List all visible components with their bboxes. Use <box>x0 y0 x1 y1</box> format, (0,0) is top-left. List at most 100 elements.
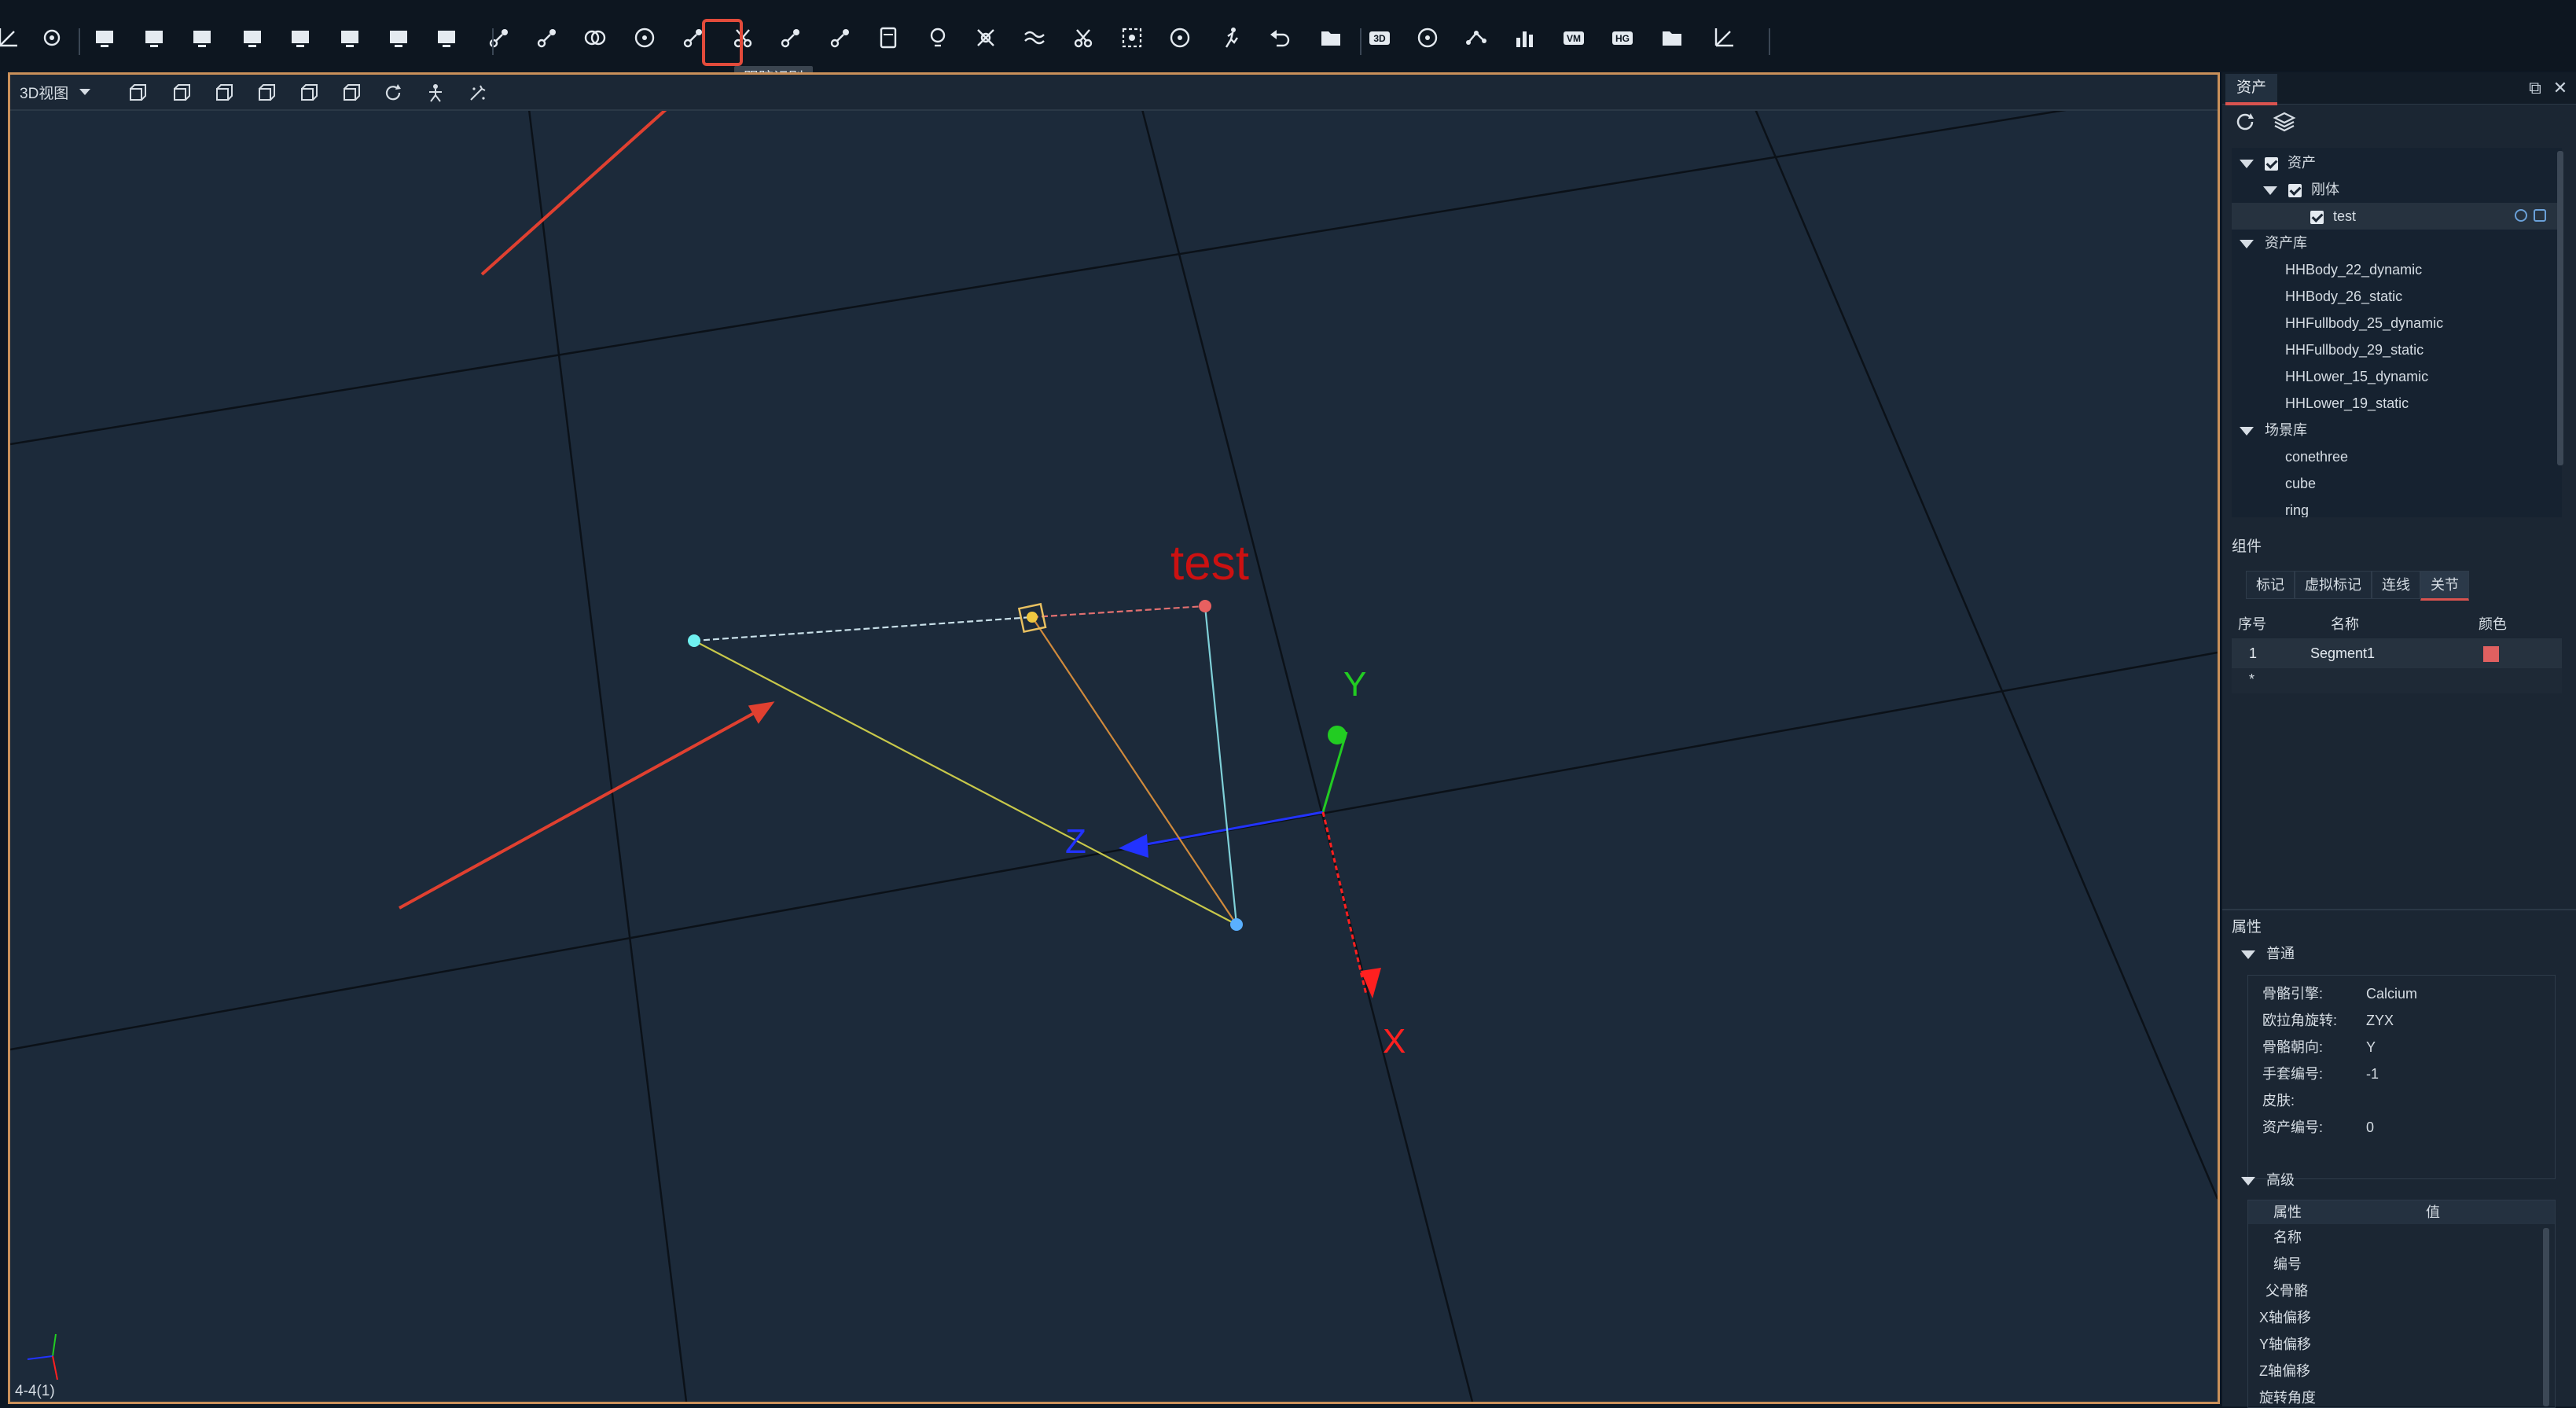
tab-assets[interactable]: 资产 <box>2225 74 2278 105</box>
property-row[interactable]: 旋转角度 <box>2248 1384 2555 1407</box>
connect-icon[interactable] <box>825 22 856 53</box>
list-item[interactable]: HHBody_26_static <box>2285 283 2402 310</box>
tab-virtual-markers[interactable]: 虚拟标记 <box>2295 571 2372 599</box>
property-row[interactable]: 父骨骼 <box>2248 1277 2555 1304</box>
refresh-view-icon[interactable] <box>381 81 405 105</box>
undo-icon[interactable] <box>1264 22 1295 53</box>
selection-icon[interactable] <box>1116 22 1148 53</box>
3d-viewport[interactable]: test Y Z X 3D视图 4-4(1) <box>8 72 2220 1404</box>
list-item[interactable]: HHFullbody_25_dynamic <box>2285 310 2443 336</box>
view-mode-select[interactable]: 3D视图 <box>20 81 91 103</box>
color-swatch[interactable] <box>2483 646 2499 662</box>
layout-left-split-icon[interactable] <box>334 22 366 53</box>
3d-badge-icon[interactable]: 3D <box>1364 22 1395 53</box>
list-item[interactable]: HHLower_15_dynamic <box>2285 363 2428 390</box>
cube-bottom-icon[interactable] <box>339 81 362 105</box>
magic-icon[interactable] <box>466 81 490 105</box>
tree-node-test[interactable]: test <box>2232 203 2562 230</box>
layout-two-row-icon[interactable] <box>138 22 170 53</box>
mini-axis-gizmo <box>27 1333 58 1380</box>
overlap-icon[interactable] <box>579 22 611 53</box>
tab-joints[interactable]: 关节 <box>2420 571 2469 601</box>
checkbox[interactable] <box>2288 183 2302 197</box>
cube-top-icon[interactable] <box>296 81 320 105</box>
cross-icon[interactable] <box>970 22 1001 53</box>
bar-chart-icon[interactable] <box>1509 22 1541 53</box>
link-bone-icon[interactable] <box>483 22 515 53</box>
export-icon[interactable] <box>1315 22 1347 53</box>
properties-scrollbar[interactable] <box>2543 1228 2549 1406</box>
list-item[interactable]: HHBody_22_dynamic <box>2285 256 2422 283</box>
x-axis-label: X <box>1383 1022 1406 1061</box>
run-icon[interactable] <box>1215 22 1247 53</box>
layers-icon[interactable] <box>2273 110 2296 138</box>
property-row[interactable]: X轴偏移 <box>2248 1304 2555 1331</box>
link-icon[interactable] <box>2515 209 2527 222</box>
refresh-icon[interactable] <box>2233 110 2257 138</box>
tree-node-rigid-body[interactable]: 刚体 <box>2263 176 2339 203</box>
list-item[interactable]: ring <box>2285 497 2309 517</box>
restore-icon[interactable]: ⧉ <box>2524 77 2546 99</box>
tab-connections[interactable]: 连线 <box>2372 571 2420 599</box>
cube-back-icon[interactable] <box>169 81 193 105</box>
property-row: 资产编号: 0 <box>2262 1119 2375 1135</box>
property-row: 手套编号: -1 <box>2262 1066 2379 1082</box>
wave-icon[interactable] <box>1019 22 1050 53</box>
layout-four-icon[interactable] <box>237 22 268 53</box>
tree-node-asset-library[interactable]: 资产库 <box>2240 230 2307 256</box>
list-item[interactable]: cube <box>2285 470 2316 497</box>
atom-icon[interactable] <box>531 22 563 53</box>
axis-gizmo <box>1119 726 1381 998</box>
list-item[interactable]: HHLower_19_static <box>2285 390 2409 417</box>
target-icon[interactable] <box>629 22 660 53</box>
tree-node-scene-library[interactable]: 场景库 <box>2240 417 2307 443</box>
graph-icon[interactable] <box>1461 22 1492 53</box>
checkbox[interactable] <box>2310 210 2324 224</box>
cube-right-icon[interactable] <box>254 81 277 105</box>
cube-left-icon[interactable] <box>211 81 235 105</box>
list-item[interactable]: conethree <box>2285 443 2348 470</box>
property-row[interactable]: Z轴偏移 <box>2248 1358 2555 1384</box>
hg-badge-icon[interactable]: HG <box>1607 22 1638 53</box>
layout-top-split-icon[interactable] <box>285 22 316 53</box>
tab-markers[interactable]: 标记 <box>2246 571 2295 599</box>
scene-canvas[interactable]: test Y Z X <box>10 75 2218 1402</box>
expand-icon[interactable] <box>2263 186 2277 195</box>
gear-icon[interactable] <box>36 22 68 53</box>
gauge-icon[interactable] <box>1412 22 1443 53</box>
calculator-icon[interactable] <box>873 22 904 53</box>
expand-icon[interactable] <box>2240 426 2254 436</box>
cut-icon[interactable] <box>1068 22 1099 53</box>
bulb-icon[interactable] <box>922 22 954 53</box>
tree-scrollbar[interactable] <box>2557 151 2563 465</box>
list-item[interactable]: HHFullbody_29_static <box>2285 336 2423 363</box>
layout-right-split-icon[interactable] <box>383 22 414 53</box>
tree-node-assets[interactable]: 资产 <box>2240 149 2316 176</box>
general-section-toggle[interactable]: 普通 <box>2241 940 2295 967</box>
edit-icon[interactable] <box>0 22 24 53</box>
property-row[interactable]: Y轴偏移 <box>2248 1331 2555 1358</box>
expand-icon[interactable] <box>2241 950 2255 959</box>
table-row[interactable]: 1 Segment1 <box>2232 638 2562 668</box>
property-row[interactable]: 编号 <box>2248 1251 2555 1277</box>
monitor-icon[interactable] <box>89 22 120 53</box>
layout-split-icon[interactable] <box>186 22 218 53</box>
skeleton-joints[interactable] <box>688 600 1243 931</box>
vm-badge-icon[interactable]: VM <box>1558 22 1589 53</box>
expand-icon[interactable] <box>2241 1176 2255 1186</box>
expand-icon[interactable] <box>2240 239 2254 248</box>
expand-icon[interactable] <box>2240 159 2254 168</box>
bone-link-icon[interactable] <box>775 22 807 53</box>
cube-front-icon[interactable] <box>125 81 149 105</box>
close-icon[interactable]: ✕ <box>2549 77 2571 99</box>
copy-icon[interactable] <box>2534 209 2546 222</box>
table-new-row[interactable]: * <box>2232 668 2562 693</box>
checkbox[interactable] <box>2265 156 2278 171</box>
advanced-section-toggle[interactable]: 高级 <box>2241 1167 2295 1193</box>
property-row[interactable]: 名称 <box>2248 1224 2555 1251</box>
rotate-icon[interactable] <box>1164 22 1196 53</box>
layout-grid-icon[interactable] <box>431 22 462 53</box>
axes-icon[interactable] <box>1708 22 1740 53</box>
skeleton-icon[interactable] <box>424 81 447 105</box>
folder-icon[interactable] <box>1656 22 1688 53</box>
